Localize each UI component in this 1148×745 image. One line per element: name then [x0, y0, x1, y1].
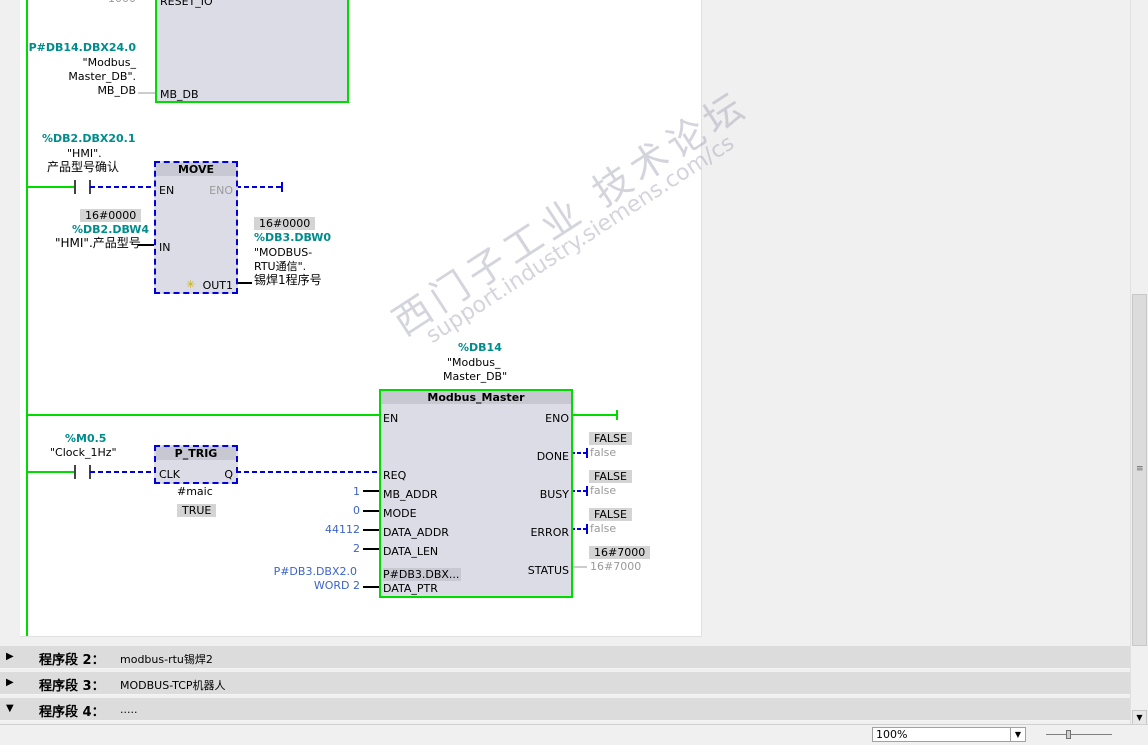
- mm-pin-busy: BUSY: [539, 488, 569, 501]
- mm-out-busy-box: FALSE: [589, 470, 632, 483]
- mm-pin-eno: ENO: [545, 412, 569, 425]
- p-trig-pin-clk: CLK: [159, 468, 181, 481]
- instance-address[interactable]: %DB14: [458, 341, 502, 354]
- mm-val-data-ptr-1[interactable]: P#DB3.DBX2.0: [240, 565, 357, 578]
- mm-pin-req: REQ: [383, 469, 407, 482]
- mm-pin-mb-addr: MB_ADDR: [383, 488, 438, 501]
- segment-3-comment[interactable]: MODBUS-TCP机器人: [120, 677, 226, 693]
- mm-pin-status: STATUS: [527, 564, 569, 577]
- segment-2[interactable]: ▶ 程序段 2： modbus-rtu锡焊2: [0, 646, 1130, 669]
- move-pin-in: IN: [159, 241, 171, 254]
- contact1-symbol-2[interactable]: 产品型号确认: [47, 161, 119, 174]
- p-trig-state: TRUE: [177, 504, 217, 517]
- status-bar: 100% ▼: [0, 724, 1148, 745]
- mm-val-mode[interactable]: 0: [300, 504, 360, 517]
- scrollbar-thumb[interactable]: ≡: [1132, 294, 1147, 646]
- mm-out-status-box: 16#7000: [589, 546, 651, 559]
- move-out-address[interactable]: %DB3.DBW0: [254, 231, 331, 244]
- segment-3-label: 程序段 3：: [39, 679, 105, 694]
- mm-pin-en: EN: [383, 412, 399, 425]
- move-out-value: 16#0000: [254, 217, 316, 230]
- contact1-address[interactable]: %DB2.DBX20.1: [42, 132, 136, 145]
- scrollbar-grip-icon: ≡: [1136, 464, 1144, 474]
- mm-val-data-ptr-2[interactable]: WORD 2: [240, 579, 360, 592]
- move-in-symbol[interactable]: "HMI".产品型号: [55, 237, 141, 250]
- mm-val-mb-addr[interactable]: 1: [300, 485, 360, 498]
- move-title: MOVE: [156, 163, 236, 176]
- mm-out-done: false: [590, 446, 617, 459]
- p-trig-block[interactable]: P_TRIG CLK Q: [154, 445, 238, 484]
- mm-pin-error: ERROR: [530, 526, 569, 539]
- move-pin-en: EN: [159, 184, 175, 197]
- mm-val-data-len[interactable]: 2: [300, 542, 360, 555]
- mm-pin-data-len: DATA_LEN: [383, 545, 439, 558]
- move-in-value: 16#0000: [80, 209, 142, 222]
- move-pin-eno: ENO: [209, 184, 233, 197]
- mb-db-symbol-3[interactable]: MB_DB: [20, 84, 136, 97]
- contact2-address[interactable]: %M0.5: [65, 432, 106, 445]
- zoom-slider[interactable]: [1046, 730, 1112, 740]
- mm-pin-data-addr: DATA_ADDR: [383, 526, 449, 539]
- pin-reset-io: RESET_IO: [160, 0, 213, 8]
- zoom-slider-handle[interactable]: [1066, 730, 1071, 739]
- insert-output-icon[interactable]: ✳: [186, 278, 195, 291]
- mm-pin-done: DONE: [536, 450, 569, 463]
- move-pin-out: OUT1: [202, 279, 233, 292]
- move-block[interactable]: MOVE EN ENO IN OUT1 ✳: [154, 161, 238, 294]
- instance-symbol-1[interactable]: "Modbus_: [447, 356, 500, 369]
- scroll-down-icon[interactable]: ▼: [1132, 710, 1147, 725]
- zoom-value: 100%: [876, 728, 908, 741]
- contact1-symbol-1[interactable]: "HMI".: [67, 147, 102, 160]
- chevron-down-icon[interactable]: ▼: [1010, 728, 1025, 741]
- vertical-scrollbar[interactable]: ≡ ▼: [1130, 0, 1148, 726]
- zoom-select[interactable]: 100% ▼: [872, 727, 1026, 742]
- expand-icon[interactable]: ▶: [6, 651, 14, 662]
- mm-val-data-addr[interactable]: 44112: [300, 523, 360, 536]
- modbus-comm-load-block[interactable]: RESET_IO MB_DB: [155, 0, 349, 103]
- mb-db-symbol-2[interactable]: Master_DB".: [20, 70, 136, 83]
- ladder-wires: [26, 0, 618, 636]
- segment-2-label: 程序段 2：: [39, 653, 105, 668]
- move-in-address[interactable]: %DB2.DBW4: [72, 223, 149, 236]
- p-trig-pin-q: Q: [224, 468, 233, 481]
- move-out-symbol-1[interactable]: "MODBUS-: [254, 246, 312, 259]
- p-trig-memory[interactable]: #maic: [177, 485, 213, 498]
- expand-icon[interactable]: ▶: [6, 677, 14, 688]
- mm-out-status: 16#7000: [590, 560, 642, 573]
- pin-mb-db: MB_DB: [160, 88, 199, 101]
- segment-2-comment[interactable]: modbus-rtu锡焊2: [120, 651, 213, 667]
- collapse-icon[interactable]: ▼: [6, 703, 14, 714]
- contact2-symbol[interactable]: "Clock_1Hz": [50, 446, 117, 459]
- mm-out-error-box: FALSE: [589, 508, 632, 521]
- mb-db-address[interactable]: P#DB14.DBX24.0: [20, 41, 136, 54]
- segment-4-label: 程序段 4：: [39, 705, 105, 720]
- segment-4[interactable]: ▼ 程序段 4： .....: [0, 698, 1130, 721]
- instance-symbol-2[interactable]: Master_DB": [443, 370, 507, 383]
- mm-pin-data-ptr: DATA_PTR: [383, 582, 438, 595]
- move-out-symbol-2[interactable]: RTU通信".: [254, 260, 306, 273]
- segment-4-comment[interactable]: .....: [120, 703, 137, 716]
- mm-pin-data-ptr-value: P#DB3.DBX...: [383, 568, 462, 581]
- modbus-master-title: Modbus_Master: [381, 391, 571, 404]
- move-out-symbol-3[interactable]: 锡焊1程序号: [254, 274, 322, 287]
- mm-pin-mode: MODE: [383, 507, 417, 520]
- mm-out-error: false: [590, 522, 617, 535]
- p-trig-title: P_TRIG: [156, 447, 236, 460]
- zoom-slider-track: [1046, 734, 1112, 735]
- segment-3[interactable]: ▶ 程序段 3： MODBUS-TCP机器人: [0, 672, 1130, 695]
- top-value: 1000: [108, 0, 136, 5]
- modbus-master-block[interactable]: Modbus_Master EN ENO REQ DONE MB_ADDR BU…: [379, 389, 573, 598]
- mm-out-done-box: FALSE: [589, 432, 632, 445]
- mb-db-symbol-1[interactable]: "Modbus_: [20, 56, 136, 69]
- mm-out-busy: false: [590, 484, 617, 497]
